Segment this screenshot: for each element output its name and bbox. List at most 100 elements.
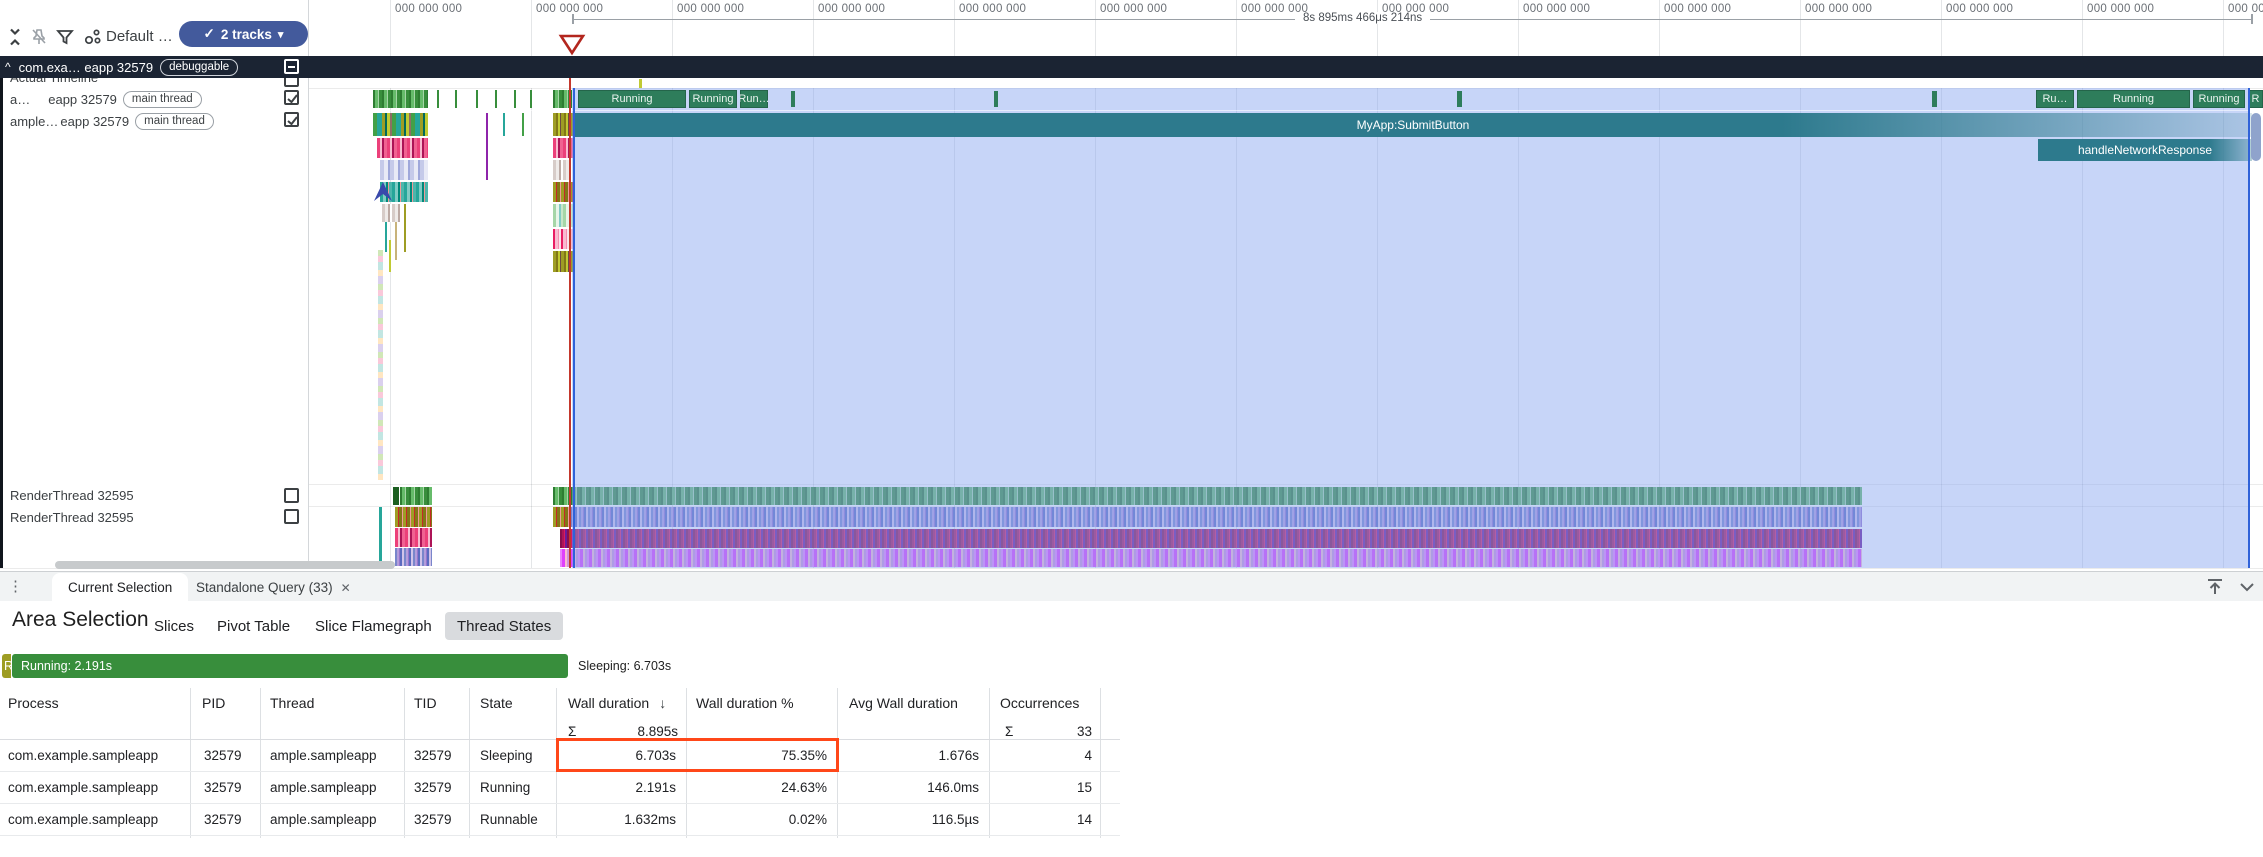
selection-marker-flag[interactable]: [558, 34, 586, 56]
dock-panel-icon[interactable]: [2205, 578, 2225, 596]
tracks-dropdown-button[interactable]: ✓ 2 tracks ▾: [179, 21, 308, 47]
track-row-renderthread-1[interactable]: RenderThread 32595: [0, 485, 308, 506]
cell-state: Sleeping: [480, 739, 533, 771]
column-header-pid[interactable]: PID: [202, 690, 225, 716]
thread-prefix: ample…: [10, 114, 58, 129]
expand-caret-icon[interactable]: ^: [5, 60, 11, 74]
indeterminate-mark: [288, 66, 295, 68]
column-header-occurrences[interactable]: Occurrences: [1000, 690, 1079, 716]
check-icon: ✓: [204, 26, 215, 42]
track-checkbox-checked[interactable]: [284, 90, 299, 105]
workspace-icon[interactable]: [84, 28, 102, 46]
collapse-tracks-icon[interactable]: [6, 28, 24, 46]
time-ruler[interactable]: 203 661 027 000 000 000 000 000 000 000 …: [0, 0, 2263, 28]
selection-end-line[interactable]: [2248, 88, 2250, 568]
column-header-tid[interactable]: TID: [414, 690, 437, 716]
track-checkbox[interactable]: [284, 78, 299, 87]
handle-network-response-slice[interactable]: handleNetworkResponse: [2038, 139, 2252, 161]
column-header-state[interactable]: State: [480, 690, 513, 716]
ruler-tick-label: 000 000 000: [1805, 3, 1872, 15]
subtab-slice-flamegraph[interactable]: Slice Flamegraph: [303, 612, 444, 640]
column-header-wall-duration[interactable]: Wall duration ↓: [568, 690, 666, 716]
cell-wall-duration: 1.632ms: [566, 803, 676, 835]
state-bar-runnable-segment[interactable]: R: [2, 654, 11, 678]
cell-pid: 32579: [204, 739, 242, 771]
vertical-scrollbar-thumb[interactable]: [2251, 113, 2261, 161]
process-group-header[interactable]: ^ com.exa… eapp 32579 debuggable: [0, 56, 2263, 78]
submit-button-slice[interactable]: MyApp:SubmitButton: [574, 113, 2252, 137]
thread-prefix: a…: [10, 92, 30, 107]
sort-desc-icon[interactable]: ↓: [659, 695, 666, 711]
subtab-pivot-table[interactable]: Pivot Table: [205, 612, 302, 640]
drag-handle-icon[interactable]: ⋮: [8, 577, 21, 595]
track-row-renderthread-2[interactable]: RenderThread 32595: [0, 506, 308, 528]
slice-label: Ru…: [2042, 93, 2067, 105]
track-checkbox[interactable]: [284, 488, 299, 503]
ruler-tick-label: 000 000 000: [395, 3, 462, 15]
thread-state-tick: [437, 90, 439, 108]
micro-slice: [503, 113, 505, 136]
ruler-tick-label: 000 000 000: [1664, 3, 1731, 15]
tab-standalone-query[interactable]: Standalone Query (33) ✕: [180, 573, 367, 602]
flame-thin-slice: [395, 222, 397, 260]
cell-occurrences: 15: [1000, 771, 1092, 803]
flame-row: [377, 138, 428, 158]
running-slice[interactable]: R: [2248, 90, 2263, 108]
running-tick: [1932, 91, 1937, 107]
process-group-title: com.exa… eapp 32579: [19, 60, 153, 75]
state-bar-running-segment[interactable]: Running: 2.191s: [12, 654, 568, 678]
flame-thin-slice: [389, 240, 391, 272]
ruler-tick-label: 000 000 000: [677, 3, 744, 15]
running-slice[interactable]: Running: [578, 90, 686, 108]
chevron-down-icon[interactable]: [2238, 580, 2256, 594]
running-tick: [791, 91, 795, 107]
column-header-thread[interactable]: Thread: [270, 690, 314, 716]
cell-state: Runnable: [480, 803, 538, 835]
running-slice[interactable]: Running: [689, 90, 737, 108]
group-checkbox-indeterminate[interactable]: [284, 59, 299, 74]
slice-label: Running: [693, 93, 734, 105]
timeline-canvas[interactable]: 203 661 027 000 000 000 000 000 000 000 …: [0, 0, 2263, 571]
track-row-actual-timeline[interactable]: Actual Timeline: [0, 78, 2263, 88]
flame-thin-slice: [385, 222, 387, 252]
workspace-name[interactable]: Default …: [106, 28, 173, 45]
running-slice[interactable]: Run…: [740, 90, 768, 108]
column-header-wall-duration-pct[interactable]: Wall duration %: [696, 690, 794, 716]
thread-name: eapp 32579: [60, 114, 129, 129]
running-slice[interactable]: Ru…: [2036, 90, 2074, 108]
track-checkbox-checked[interactable]: [284, 112, 299, 127]
close-icon[interactable]: ✕: [341, 581, 351, 595]
selection-start-line[interactable]: [573, 88, 575, 568]
cell-wall-duration-pct: 0.02%: [696, 803, 827, 835]
column-header-avg-wall-duration[interactable]: Avg Wall duration: [849, 690, 958, 716]
thread-state-tick: [476, 90, 478, 108]
running-tick: [994, 91, 998, 107]
measure-end-tick: [2251, 14, 2253, 24]
thread-state-tick: [514, 90, 516, 108]
track-row-main-thread-1[interactable]: a… eapp 32579 main thread: [0, 88, 308, 110]
subtab-slices[interactable]: Slices: [142, 612, 206, 640]
chevron-down-icon: ▾: [278, 28, 284, 41]
debuggable-badge: debuggable: [160, 59, 238, 76]
subtab-thread-states[interactable]: Thread States: [445, 612, 563, 640]
group-indent-strip: [0, 56, 3, 568]
column-header-process[interactable]: Process: [8, 690, 59, 716]
row-separator: [308, 110, 2263, 111]
flame-cursor-arrow: [372, 182, 394, 202]
subtab-label: Pivot Table: [217, 618, 290, 635]
horizontal-scrollbar-thumb[interactable]: [55, 561, 395, 569]
cell-thread: ample.sampleapp: [270, 803, 377, 835]
pin-off-icon[interactable]: [30, 28, 48, 46]
track-row-main-thread-2[interactable]: ample… eapp 32579 main thread: [0, 110, 308, 132]
running-slice[interactable]: Running: [2193, 90, 2245, 108]
tab-current-selection[interactable]: Current Selection: [52, 573, 188, 602]
filter-icon[interactable]: [56, 28, 74, 46]
track-checkbox[interactable]: [284, 509, 299, 524]
running-slice[interactable]: Running: [2077, 90, 2190, 108]
render-band: [553, 507, 570, 527]
cell-thread: ample.sampleapp: [270, 739, 377, 771]
cell-wall-duration: 2.191s: [566, 771, 676, 803]
area-selection-overlay[interactable]: [572, 88, 2250, 568]
state-bar-sleeping-segment[interactable]: Sleeping: 6.703s: [570, 654, 2260, 678]
flame-row: [380, 160, 428, 180]
